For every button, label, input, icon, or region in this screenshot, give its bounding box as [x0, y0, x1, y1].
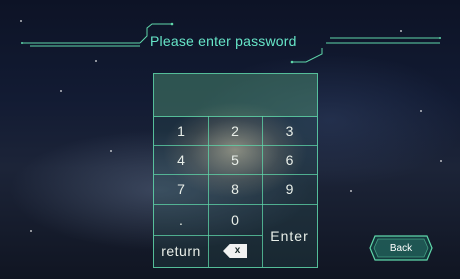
enter-key[interactable]: Enter — [262, 204, 317, 267]
key-1[interactable]: 1 — [154, 116, 208, 145]
password-display — [154, 74, 317, 117]
key-9[interactable]: 9 — [262, 174, 317, 204]
page-title: Please enter password — [150, 33, 297, 49]
key-dot[interactable]: . — [154, 204, 208, 235]
key-5[interactable]: 5 — [208, 145, 262, 174]
key-0[interactable]: 0 — [208, 204, 262, 235]
return-key[interactable]: return — [154, 235, 208, 267]
back-button[interactable]: Back — [369, 233, 433, 263]
back-button-label: Back — [389, 242, 413, 254]
key-7[interactable]: 7 — [154, 174, 208, 204]
key-8[interactable]: 8 — [208, 174, 262, 204]
keypad: 1 2 3 4 5 6 7 8 9 . 0 Enter return x — [153, 73, 318, 268]
key-4[interactable]: 4 — [154, 145, 208, 174]
key-6[interactable]: 6 — [262, 145, 317, 174]
backspace-key[interactable]: x — [208, 235, 262, 267]
key-3[interactable]: 3 — [262, 116, 317, 145]
key-2[interactable]: 2 — [208, 116, 262, 145]
backspace-icon-glyph: x — [234, 245, 241, 256]
backspace-icon: x — [223, 244, 247, 258]
